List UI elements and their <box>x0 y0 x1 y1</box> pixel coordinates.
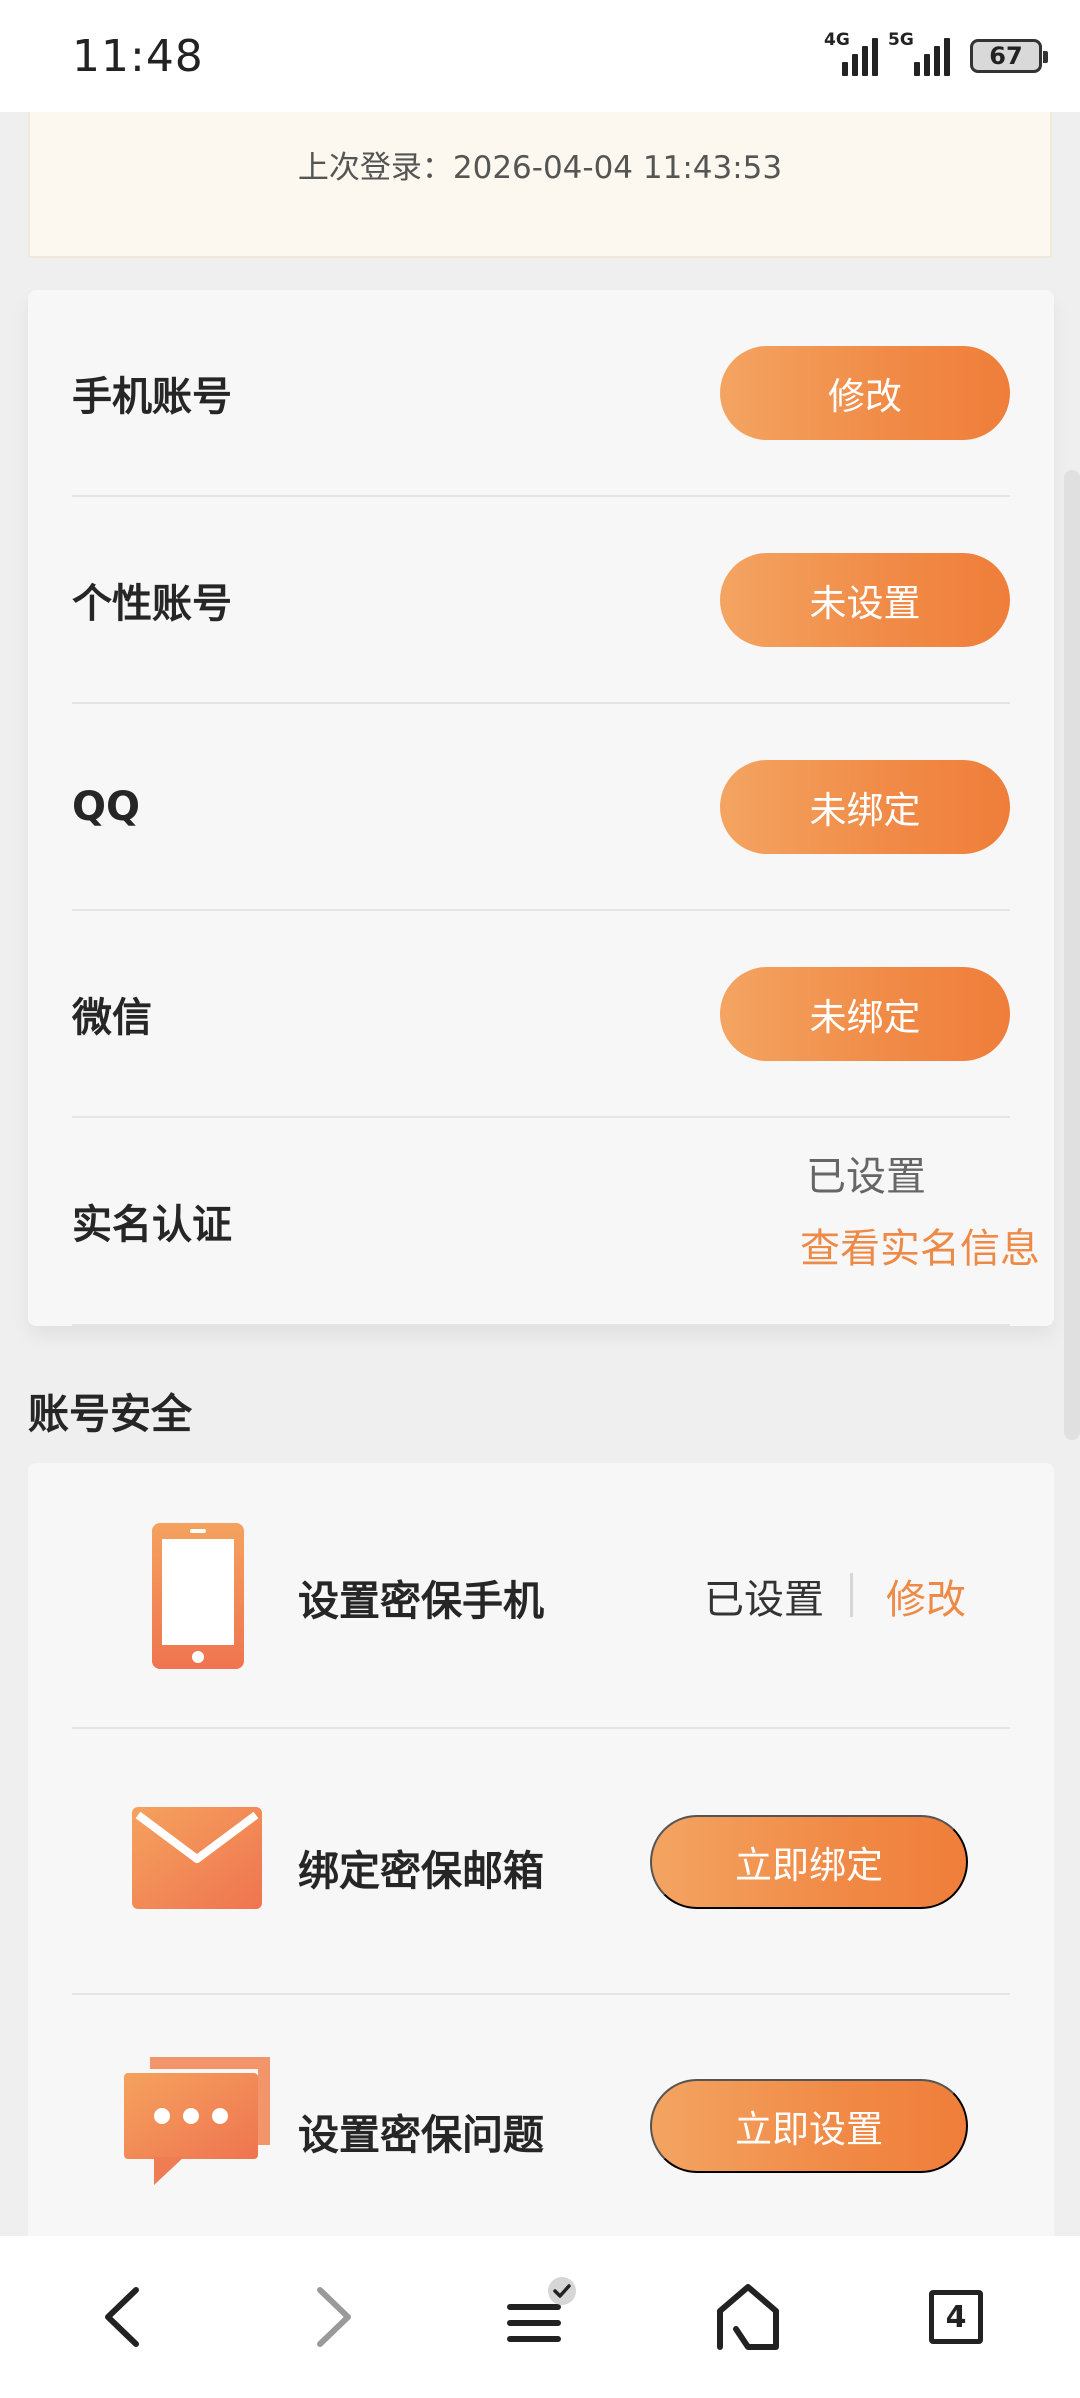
network-5g-label: 5G <box>888 30 914 50</box>
row-custom-account: 个性账号 未设置 <box>72 497 1010 704</box>
view-realname-link[interactable]: 查看实名信息 <box>800 1216 1040 1274</box>
last-login-text: 上次登录：2026-04-04 11:43:53 <box>297 149 783 186</box>
modify-security-phone-link[interactable]: 修改 <box>886 1567 966 1625</box>
last-login-card: 上次登录：2026-04-04 11:43:53 <box>28 112 1052 258</box>
mail-icon <box>132 1807 262 1913</box>
forward-button[interactable] <box>262 2257 402 2377</box>
menu-button[interactable] <box>470 2257 610 2377</box>
security-question-label: 设置密保问题 <box>298 2111 544 2159</box>
security-section-title: 账号安全 <box>28 1390 192 1438</box>
tabs-count: 4 <box>945 2299 967 2335</box>
signal-5g-icon: 5G <box>888 30 956 76</box>
custom-account-label: 个性账号 <box>72 580 232 627</box>
phone-icon <box>152 1523 244 1673</box>
set-question-button[interactable]: 立即设置 <box>650 2079 968 2173</box>
security-phone-status: 已设置 <box>704 1577 824 1623</box>
bind-qq-button[interactable]: 未绑定 <box>720 759 1010 854</box>
account-card: 手机账号 修改 个性账号 未设置 QQ 未绑定 微信 未绑定 实名认证 已设置 … <box>28 290 1054 1326</box>
chat-bubble-icon <box>124 2057 274 2191</box>
battery-icon: 67 <box>970 39 1048 73</box>
security-card: 设置密保手机 已设置 修改 绑定密保邮箱 立即绑定 设置密保问题 立即设置 <box>28 1463 1054 2263</box>
phone-account-label: 手机账号 <box>72 373 232 420</box>
security-phone-label: 设置密保手机 <box>298 1577 544 1625</box>
tabs-icon: 4 <box>929 2290 983 2344</box>
row-qq: QQ 未绑定 <box>72 704 1010 911</box>
back-button[interactable] <box>54 2257 194 2377</box>
row-phone-account: 手机账号 修改 <box>72 290 1010 497</box>
scrollbar[interactable] <box>1064 470 1080 1440</box>
home-button[interactable] <box>678 2257 818 2377</box>
security-email-label: 绑定密保邮箱 <box>298 1847 544 1895</box>
realname-info: 已设置 查看实名信息 <box>800 1144 1040 1274</box>
chevron-left-icon <box>105 2287 139 2347</box>
page: 11:48 4G 5G 67 上次登录：2026-04-04 11:43:53 … <box>0 0 1080 2398</box>
qq-label: QQ <box>72 783 141 830</box>
modify-phone-button[interactable]: 修改 <box>720 345 1010 440</box>
row-security-phone: 设置密保手机 已设置 修改 <box>72 1463 1010 1729</box>
signal-4g-icon: 4G <box>824 30 878 76</box>
row-security-question: 设置密保问题 立即设置 <box>72 1995 1010 2261</box>
network-4g-label: 4G <box>824 30 850 50</box>
wechat-label: 微信 <box>72 994 152 1041</box>
realname-label: 实名认证 <box>72 1202 232 1248</box>
chevron-right-icon <box>317 2287 351 2347</box>
status-time: 11:48 <box>72 30 204 82</box>
row-security-email: 绑定密保邮箱 立即绑定 <box>72 1729 1010 1995</box>
status-bar: 11:48 4G 5G 67 <box>0 0 1080 112</box>
bind-email-button[interactable]: 立即绑定 <box>650 1815 968 1909</box>
row-realname: 实名认证 已设置 查看实名信息 <box>72 1118 1040 1326</box>
bind-wechat-button[interactable]: 未绑定 <box>720 966 1010 1061</box>
status-icons: 4G 5G 67 <box>824 30 1048 76</box>
tabs-button[interactable]: 4 <box>886 2257 1026 2377</box>
menu-icon <box>507 2277 576 2342</box>
home-icon <box>717 2284 779 2350</box>
realname-status: 已设置 <box>806 1154 926 1200</box>
set-custom-account-button[interactable]: 未设置 <box>720 552 1010 647</box>
row-wechat: 微信 未绑定 <box>72 911 1010 1118</box>
battery-level: 67 <box>989 42 1023 70</box>
bottom-nav: 4 <box>0 2236 1080 2398</box>
status-divider <box>850 1573 853 1617</box>
